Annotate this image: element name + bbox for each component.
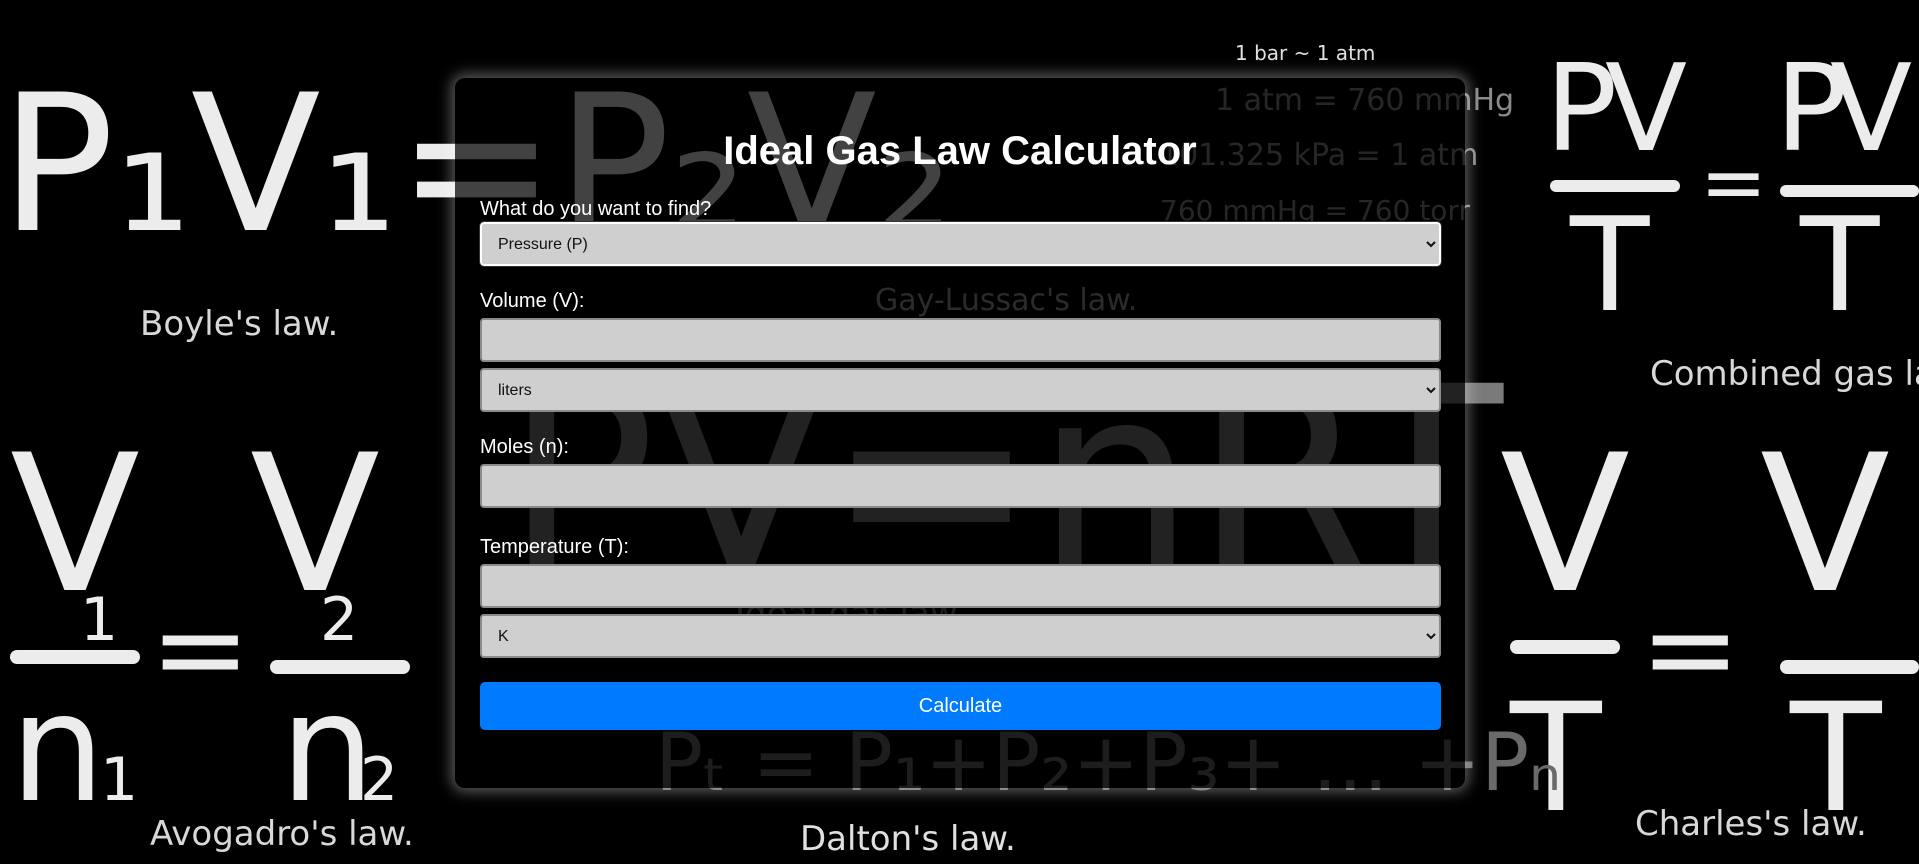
- volume-input[interactable]: [480, 318, 1441, 362]
- svg-text:V: V: [250, 414, 380, 635]
- svg-text:V: V: [1500, 414, 1630, 635]
- moles-label: Moles (n):: [480, 436, 569, 458]
- daltons-law-caption: Dalton's law.: [800, 819, 1016, 859]
- svg-text:V: V: [1830, 40, 1912, 179]
- svg-text:V: V: [1760, 414, 1890, 635]
- svg-text:=: =: [1700, 136, 1767, 229]
- svg-text:2: 2: [360, 745, 398, 815]
- svg-text:T: T: [1569, 189, 1650, 341]
- boyles-law-caption: Boyle's law.: [140, 304, 338, 344]
- svg-text:n: n: [280, 662, 375, 836]
- svg-text:=: =: [1640, 580, 1741, 719]
- moles-input[interactable]: [480, 464, 1441, 508]
- svg-text:T: T: [1789, 672, 1883, 846]
- page-title: Ideal Gas Law Calculator: [723, 129, 1197, 173]
- svg-text:=: =: [150, 580, 251, 719]
- svg-text:P: P: [1775, 40, 1847, 179]
- combined-gas-law-equation: P V P V = T T: [1545, 40, 1919, 341]
- svg-text:1: 1: [100, 745, 138, 815]
- charles-law-equation: V V = T T: [1500, 414, 1919, 846]
- calculate-button[interactable]: Calculate: [480, 682, 1441, 730]
- find-select[interactable]: Pressure (P): [479, 221, 1442, 267]
- svg-text:T: T: [1799, 189, 1880, 341]
- svg-text:1: 1: [80, 585, 118, 655]
- charles-law-caption: Charles's law.: [1635, 804, 1867, 844]
- svg-text:T: T: [1509, 672, 1603, 846]
- avogadros-law-caption: Avogadro's law.: [150, 814, 414, 854]
- svg-text:P: P: [1545, 40, 1617, 179]
- find-label: What do you want to find?: [480, 198, 712, 220]
- svg-text:n: n: [10, 662, 105, 836]
- temperature-label: Temperature (T):: [480, 536, 629, 558]
- svg-text:V: V: [10, 414, 140, 635]
- calculator-panel: Ideal Gas Law Calculator What do you wan…: [455, 78, 1465, 788]
- avogadros-law-equation: V 1 = V 2 n 1 n 2: [10, 414, 410, 836]
- volume-unit-select[interactable]: liters: [480, 368, 1441, 412]
- temperature-unit-select[interactable]: K: [480, 614, 1441, 658]
- svg-text:2: 2: [320, 585, 358, 655]
- volume-label: Volume (V):: [480, 290, 585, 312]
- conversion-1: 1 bar ~ 1 atm: [1235, 41, 1375, 65]
- combined-gas-law-caption: Combined gas law.: [1650, 354, 1919, 394]
- svg-text:V: V: [1605, 40, 1687, 179]
- temperature-input[interactable]: [480, 564, 1441, 608]
